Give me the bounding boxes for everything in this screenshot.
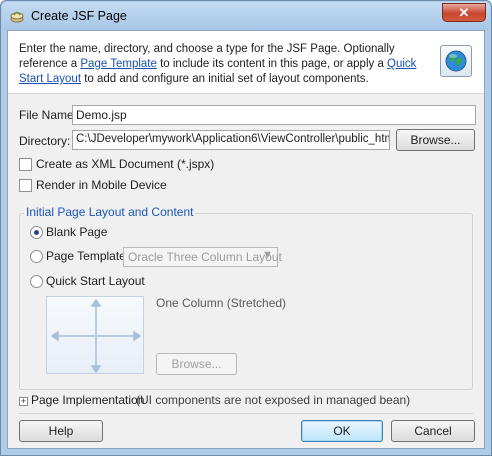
- stretch-arrows-icon: [50, 298, 142, 374]
- mobile-device-label[interactable]: Render in Mobile Device: [36, 178, 167, 192]
- intro-panel: Enter the name, directory, and choose a …: [8, 31, 484, 94]
- dialog-content: Enter the name, directory, and choose a …: [7, 30, 485, 449]
- initial-layout-group-title: Initial Page Layout and Content: [24, 205, 196, 219]
- page-template-select[interactable]: Oracle Three Column Layout ▼: [123, 247, 282, 267]
- xml-document-checkbox[interactable]: [19, 158, 32, 171]
- intro-text: Enter the name, directory, and choose a …: [19, 42, 419, 87]
- globe-icon-frame: [440, 45, 472, 77]
- directory-field[interactable]: C:\JDeveloper\mywork\Application6\ViewCo…: [72, 130, 390, 150]
- page-template-label[interactable]: Page Template: [46, 249, 126, 263]
- directory-label: Directory:: [19, 134, 71, 148]
- close-icon: ✕: [458, 5, 470, 20]
- layout-preview: [46, 296, 144, 374]
- mobile-device-checkbox[interactable]: [19, 179, 32, 192]
- blank-page-radio[interactable]: [30, 226, 43, 239]
- chevron-down-icon: ▼: [262, 249, 273, 261]
- page-template-radio[interactable]: [30, 250, 43, 263]
- layout-name: One Column (Stretched): [156, 296, 287, 310]
- dialog-title: Create JSF Page: [31, 9, 127, 23]
- directory-value: C:\JDeveloper\mywork\Application6\ViewCo…: [76, 133, 390, 145]
- button-separator: [19, 413, 473, 414]
- dialog-window: Create JSF Page ✕ Enter the name, direct…: [0, 0, 492, 456]
- file-name-value: Demo.jsp: [76, 108, 127, 122]
- close-button[interactable]: ✕: [442, 3, 486, 22]
- layout-browse-button[interactable]: Browse...: [156, 353, 237, 375]
- file-name-field[interactable]: Demo.jsp: [72, 105, 476, 125]
- xml-document-label[interactable]: Create as XML Document (*.jspx): [36, 157, 214, 171]
- file-name-label: File Name:: [19, 108, 78, 122]
- directory-browse-button[interactable]: Browse...: [396, 129, 475, 151]
- title-bar[interactable]: Create JSF Page ✕: [2, 2, 490, 30]
- ok-button[interactable]: OK: [301, 420, 383, 442]
- globe-icon: [445, 50, 467, 72]
- quick-start-layout-radio[interactable]: [30, 275, 43, 288]
- jsf-page-icon: [10, 11, 24, 23]
- page-implementation-note: (UI components are not exposed in manage…: [136, 393, 411, 407]
- blank-page-label[interactable]: Blank Page: [46, 225, 107, 239]
- page-implementation-label[interactable]: Page Implementation: [31, 393, 144, 407]
- page-template-select-value: Oracle Three Column Layout: [128, 250, 282, 264]
- expand-icon[interactable]: +: [19, 397, 28, 406]
- page-template-link[interactable]: Page Template: [80, 58, 157, 70]
- cancel-button[interactable]: Cancel: [391, 420, 475, 442]
- intro-text-part-2: to include its content in this page, or …: [156, 58, 388, 70]
- quick-start-layout-label[interactable]: Quick Start Layout: [46, 274, 145, 288]
- intro-text-part-3: to add and configure an initial set of l…: [81, 73, 369, 85]
- help-button[interactable]: Help: [19, 420, 103, 442]
